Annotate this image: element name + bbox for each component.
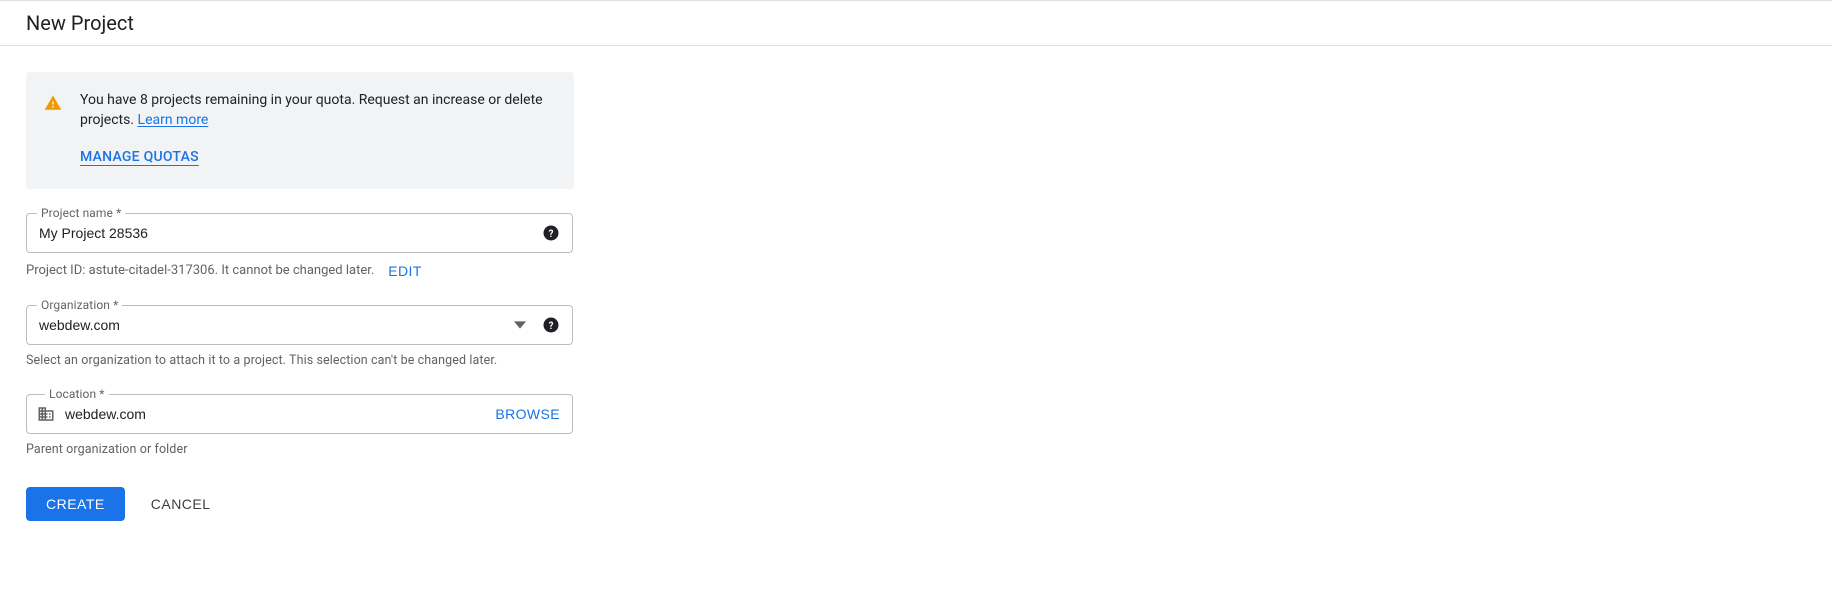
cancel-button[interactable]: CANCEL bbox=[151, 496, 211, 512]
chevron-down-icon[interactable] bbox=[514, 319, 526, 331]
learn-more-link[interactable]: Learn more bbox=[138, 112, 209, 128]
page-title: New Project bbox=[26, 11, 1832, 35]
organization-icon bbox=[37, 405, 55, 423]
help-icon[interactable]: ? bbox=[542, 316, 560, 334]
svg-text:?: ? bbox=[549, 229, 554, 240]
project-id-text: Project ID: astute-citadel-317306. It ca… bbox=[26, 263, 374, 278]
help-icon[interactable]: ? bbox=[542, 224, 560, 242]
location-hint: Parent organization or folder bbox=[26, 442, 574, 457]
location-label: Location * bbox=[45, 387, 109, 401]
location-field[interactable]: Location * BROWSE bbox=[26, 394, 573, 434]
location-input[interactable] bbox=[65, 406, 495, 422]
organization-field[interactable]: Organization * ? bbox=[26, 305, 573, 345]
project-name-label: Project name * bbox=[37, 206, 125, 220]
project-name-field[interactable]: Project name * ? bbox=[26, 213, 573, 253]
create-button[interactable]: CREATE bbox=[26, 487, 125, 521]
warning-icon bbox=[44, 90, 62, 167]
svg-text:?: ? bbox=[549, 321, 554, 332]
quota-notice: You have 8 projects remaining in your qu… bbox=[26, 72, 574, 189]
project-name-input[interactable] bbox=[39, 225, 534, 241]
browse-button[interactable]: BROWSE bbox=[495, 406, 560, 422]
manage-quotas-link[interactable]: MANAGE QUOTAS bbox=[80, 147, 199, 167]
edit-project-id-button[interactable]: EDIT bbox=[388, 263, 422, 279]
organization-label: Organization * bbox=[37, 298, 122, 312]
organization-hint: Select an organization to attach it to a… bbox=[26, 353, 574, 368]
organization-input[interactable] bbox=[39, 317, 514, 333]
